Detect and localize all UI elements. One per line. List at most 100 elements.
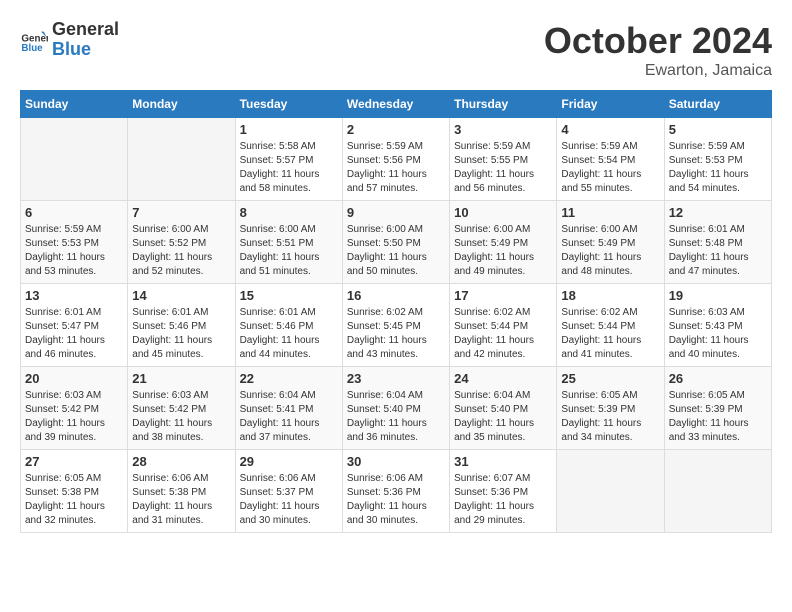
day-info: Sunrise: 6:00 AM Sunset: 5:50 PM Dayligh… [347,223,445,279]
day-info: Sunrise: 6:00 AM Sunset: 5:49 PM Dayligh… [454,223,552,279]
calendar-cell: 31Sunrise: 6:07 AM Sunset: 5:36 PM Dayli… [450,450,557,533]
calendar-cell: 10 Sunrise: 6:00 AM Sunset: 5:49 PM Dayli… [450,201,557,284]
calendar-cell: 5 Sunrise: 5:59 AM Sunset: 5:53 PM Daylig… [664,118,771,201]
day-number: 15 [240,288,338,303]
logo-icon: General Blue [20,26,48,54]
calendar-week-row: 13Sunrise: 6:01 AM Sunset: 5:47 PM Dayli… [21,284,772,367]
logo-line2: Blue [52,40,119,60]
day-info: Sunrise: 6:00 AM Sunset: 5:49 PM Dayligh… [561,223,659,279]
day-number: 7 [132,205,230,220]
day-number: 8 [240,205,338,220]
day-info: Sunrise: 6:07 AM Sunset: 5:36 PM Dayligh… [454,472,552,528]
day-number: 16 [347,288,445,303]
column-header-wednesday: Wednesday [342,91,449,118]
calendar-cell: 21Sunrise: 6:03 AM Sunset: 5:42 PM Dayli… [128,367,235,450]
calendar-cell: 22 Sunrise: 6:04 AM Sunset: 5:41 PM Dayli… [235,367,342,450]
calendar-week-row: 6 Sunrise: 5:59 AM Sunset: 5:53 PM Daylig… [21,201,772,284]
calendar-week-row: 27 Sunrise: 6:05 AM Sunset: 5:38 PM Dayli… [21,450,772,533]
logo: General Blue General Blue [20,20,119,60]
calendar-cell: 29Sunrise: 6:06 AM Sunset: 5:37 PM Dayli… [235,450,342,533]
calendar-cell: 9 Sunrise: 6:00 AM Sunset: 5:50 PM Daylig… [342,201,449,284]
day-number: 14 [132,288,230,303]
calendar-cell: 14 Sunrise: 6:01 AM Sunset: 5:46 PM Dayli… [128,284,235,367]
location: Ewarton, Jamaica [544,62,772,80]
day-info: Sunrise: 6:02 AM Sunset: 5:45 PM Dayligh… [347,306,445,362]
day-info: Sunrise: 6:05 AM Sunset: 5:38 PM Dayligh… [25,472,123,528]
day-number: 22 [240,371,338,386]
day-info: Sunrise: 6:00 AM Sunset: 5:52 PM Dayligh… [132,223,230,279]
day-number: 24 [454,371,552,386]
month-title: October 2024 [544,20,772,62]
day-info: Sunrise: 6:05 AM Sunset: 5:39 PM Dayligh… [669,389,767,445]
day-info: Sunrise: 5:59 AM Sunset: 5:53 PM Dayligh… [669,140,767,196]
calendar-cell: 7 Sunrise: 6:00 AM Sunset: 5:52 PM Daylig… [128,201,235,284]
column-header-thursday: Thursday [450,91,557,118]
day-info: Sunrise: 6:01 AM Sunset: 5:46 PM Dayligh… [132,306,230,362]
day-info: Sunrise: 5:58 AM Sunset: 5:57 PM Dayligh… [240,140,338,196]
calendar-cell: 6 Sunrise: 5:59 AM Sunset: 5:53 PM Daylig… [21,201,128,284]
calendar-cell: 23Sunrise: 6:04 AM Sunset: 5:40 PM Dayli… [342,367,449,450]
day-info: Sunrise: 6:02 AM Sunset: 5:44 PM Dayligh… [454,306,552,362]
title-section: October 2024 Ewarton, Jamaica [544,20,772,80]
day-number: 2 [347,122,445,137]
day-info: Sunrise: 6:01 AM Sunset: 5:48 PM Dayligh… [669,223,767,279]
day-info: Sunrise: 6:06 AM Sunset: 5:38 PM Dayligh… [132,472,230,528]
calendar-cell: 2 Sunrise: 5:59 AM Sunset: 5:56 PM Daylig… [342,118,449,201]
day-number: 29 [240,454,338,469]
calendar-table: SundayMondayTuesdayWednesdayThursdayFrid… [20,90,772,533]
day-number: 27 [25,454,123,469]
day-info: Sunrise: 6:03 AM Sunset: 5:43 PM Dayligh… [669,306,767,362]
calendar-week-row: 20 Sunrise: 6:03 AM Sunset: 5:42 PM Dayli… [21,367,772,450]
calendar-cell: 27 Sunrise: 6:05 AM Sunset: 5:38 PM Dayli… [21,450,128,533]
day-info: Sunrise: 6:00 AM Sunset: 5:51 PM Dayligh… [240,223,338,279]
calendar-cell [21,118,128,201]
calendar-cell: 3 Sunrise: 5:59 AM Sunset: 5:55 PM Daylig… [450,118,557,201]
calendar-cell: 16 Sunrise: 6:02 AM Sunset: 5:45 PM Dayli… [342,284,449,367]
calendar-cell: 12 Sunrise: 6:01 AM Sunset: 5:48 PM Dayli… [664,201,771,284]
column-header-friday: Friday [557,91,664,118]
day-number: 30 [347,454,445,469]
column-header-tuesday: Tuesday [235,91,342,118]
day-number: 12 [669,205,767,220]
day-info: Sunrise: 6:04 AM Sunset: 5:40 PM Dayligh… [347,389,445,445]
day-info: Sunrise: 5:59 AM Sunset: 5:56 PM Dayligh… [347,140,445,196]
column-header-monday: Monday [128,91,235,118]
calendar-cell: 19Sunrise: 6:03 AM Sunset: 5:43 PM Dayli… [664,284,771,367]
calendar-cell: 28 Sunrise: 6:06 AM Sunset: 5:38 PM Dayli… [128,450,235,533]
day-info: Sunrise: 5:59 AM Sunset: 5:55 PM Dayligh… [454,140,552,196]
calendar-cell [128,118,235,201]
day-number: 18 [561,288,659,303]
calendar-cell: 25Sunrise: 6:05 AM Sunset: 5:39 PM Dayli… [557,367,664,450]
calendar-cell: 30Sunrise: 6:06 AM Sunset: 5:36 PM Dayli… [342,450,449,533]
calendar-week-row: 1 Sunrise: 5:58 AM Sunset: 5:57 PM Daylig… [21,118,772,201]
day-number: 3 [454,122,552,137]
day-number: 17 [454,288,552,303]
calendar-header-row: SundayMondayTuesdayWednesdayThursdayFrid… [21,91,772,118]
column-header-saturday: Saturday [664,91,771,118]
day-number: 6 [25,205,123,220]
logo-line1: General [52,20,119,40]
svg-text:Blue: Blue [21,43,43,54]
calendar-cell: 13Sunrise: 6:01 AM Sunset: 5:47 PM Dayli… [21,284,128,367]
day-info: Sunrise: 6:01 AM Sunset: 5:46 PM Dayligh… [240,306,338,362]
day-number: 20 [25,371,123,386]
calendar-cell: 24 Sunrise: 6:04 AM Sunset: 5:40 PM Dayli… [450,367,557,450]
day-number: 25 [561,371,659,386]
page-header: General Blue General Blue October 2024 E… [20,20,772,80]
logo-text: General Blue [52,20,119,60]
day-number: 5 [669,122,767,137]
day-info: Sunrise: 6:03 AM Sunset: 5:42 PM Dayligh… [25,389,123,445]
day-number: 11 [561,205,659,220]
day-info: Sunrise: 6:02 AM Sunset: 5:44 PM Dayligh… [561,306,659,362]
day-info: Sunrise: 6:04 AM Sunset: 5:41 PM Dayligh… [240,389,338,445]
day-number: 28 [132,454,230,469]
calendar-cell: 26Sunrise: 6:05 AM Sunset: 5:39 PM Dayli… [664,367,771,450]
day-number: 10 [454,205,552,220]
day-info: Sunrise: 6:04 AM Sunset: 5:40 PM Dayligh… [454,389,552,445]
calendar-cell: 1 Sunrise: 5:58 AM Sunset: 5:57 PM Daylig… [235,118,342,201]
day-number: 1 [240,122,338,137]
calendar-cell [664,450,771,533]
day-number: 9 [347,205,445,220]
day-info: Sunrise: 5:59 AM Sunset: 5:53 PM Dayligh… [25,223,123,279]
calendar-cell: 20 Sunrise: 6:03 AM Sunset: 5:42 PM Dayli… [21,367,128,450]
